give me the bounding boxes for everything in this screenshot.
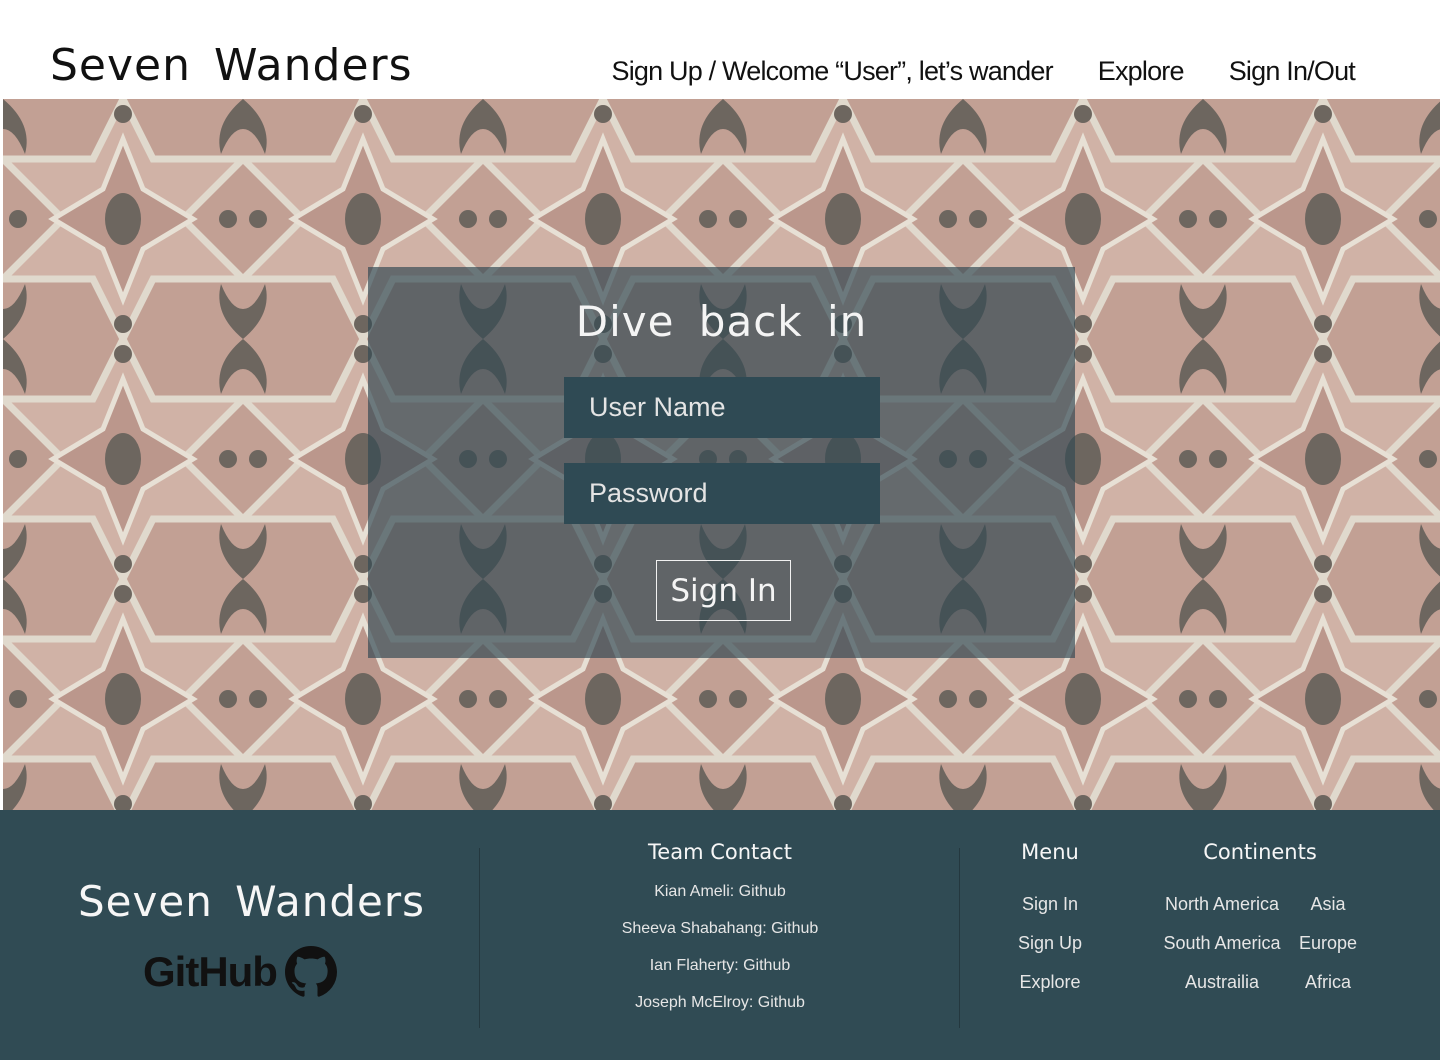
footer-menu-signup[interactable]: Sign Up xyxy=(990,932,1110,971)
continent-link-south-america[interactable]: South America xyxy=(1150,932,1294,954)
team-member-link[interactable]: Joseph McElroy: Github xyxy=(520,993,920,1030)
github-wordmark: GitHub xyxy=(143,948,278,995)
main-nav: Sign Up / Welcome “User”, let’s wander E… xyxy=(611,56,1355,87)
footer-brand[interactable]: Seven Wanders xyxy=(78,877,425,926)
team-member-link[interactable]: Ian Flaherty: Github xyxy=(520,956,920,993)
footer-menu-explore[interactable]: Explore xyxy=(990,971,1110,1010)
continent-link-africa[interactable]: Africa xyxy=(1294,971,1362,993)
username-field-wrapper xyxy=(564,377,943,438)
team-member-link[interactable]: Kian Ameli: Github xyxy=(520,882,920,919)
site-brand[interactable]: Seven Wanders xyxy=(50,40,413,91)
footer-menu-list: Sign In Sign Up Explore xyxy=(990,893,1110,1010)
continents-heading: Continents xyxy=(1203,840,1317,864)
footer-divider xyxy=(479,848,480,1028)
team-contact-heading: Team Contact xyxy=(648,840,792,864)
signin-panel: Dive back in Sign In xyxy=(368,267,1075,658)
footer-divider xyxy=(959,848,960,1028)
menu-heading: Menu xyxy=(1021,840,1079,864)
username-input[interactable] xyxy=(576,377,943,438)
continent-link-australia[interactable]: Austrailia xyxy=(1150,971,1294,993)
signin-button[interactable]: Sign In xyxy=(656,560,791,621)
hero-background: Dive back in Sign In xyxy=(3,99,1440,810)
team-member-link[interactable]: Sheeva Shabahang: Github xyxy=(520,919,920,956)
continent-link-asia[interactable]: Asia xyxy=(1294,893,1362,915)
site-footer: Seven Wanders GitHub Team Contact Kian A… xyxy=(0,810,1440,1060)
github-octocat-icon xyxy=(284,946,337,997)
continents-grid: North America Asia South America Europe … xyxy=(1150,893,1370,993)
password-field-wrapper xyxy=(564,463,943,524)
nav-explore[interactable]: Explore xyxy=(1098,56,1185,87)
signin-title: Dive back in xyxy=(575,297,868,346)
team-contact-list: Kian Ameli: Github Sheeva Shabahang: Git… xyxy=(520,882,920,1030)
nav-signup-welcome[interactable]: Sign Up / Welcome “User”, let’s wander xyxy=(611,56,1053,87)
continent-link-europe[interactable]: Europe xyxy=(1294,932,1362,954)
footer-menu-signin[interactable]: Sign In xyxy=(990,893,1110,932)
continent-link-north-america[interactable]: North America xyxy=(1150,893,1294,915)
nav-signin-out[interactable]: Sign In/Out xyxy=(1229,56,1356,87)
password-input[interactable] xyxy=(576,463,943,524)
github-logo[interactable]: GitHub xyxy=(143,946,337,998)
site-header: Seven Wanders Sign Up / Welcome “User”, … xyxy=(0,0,1440,99)
